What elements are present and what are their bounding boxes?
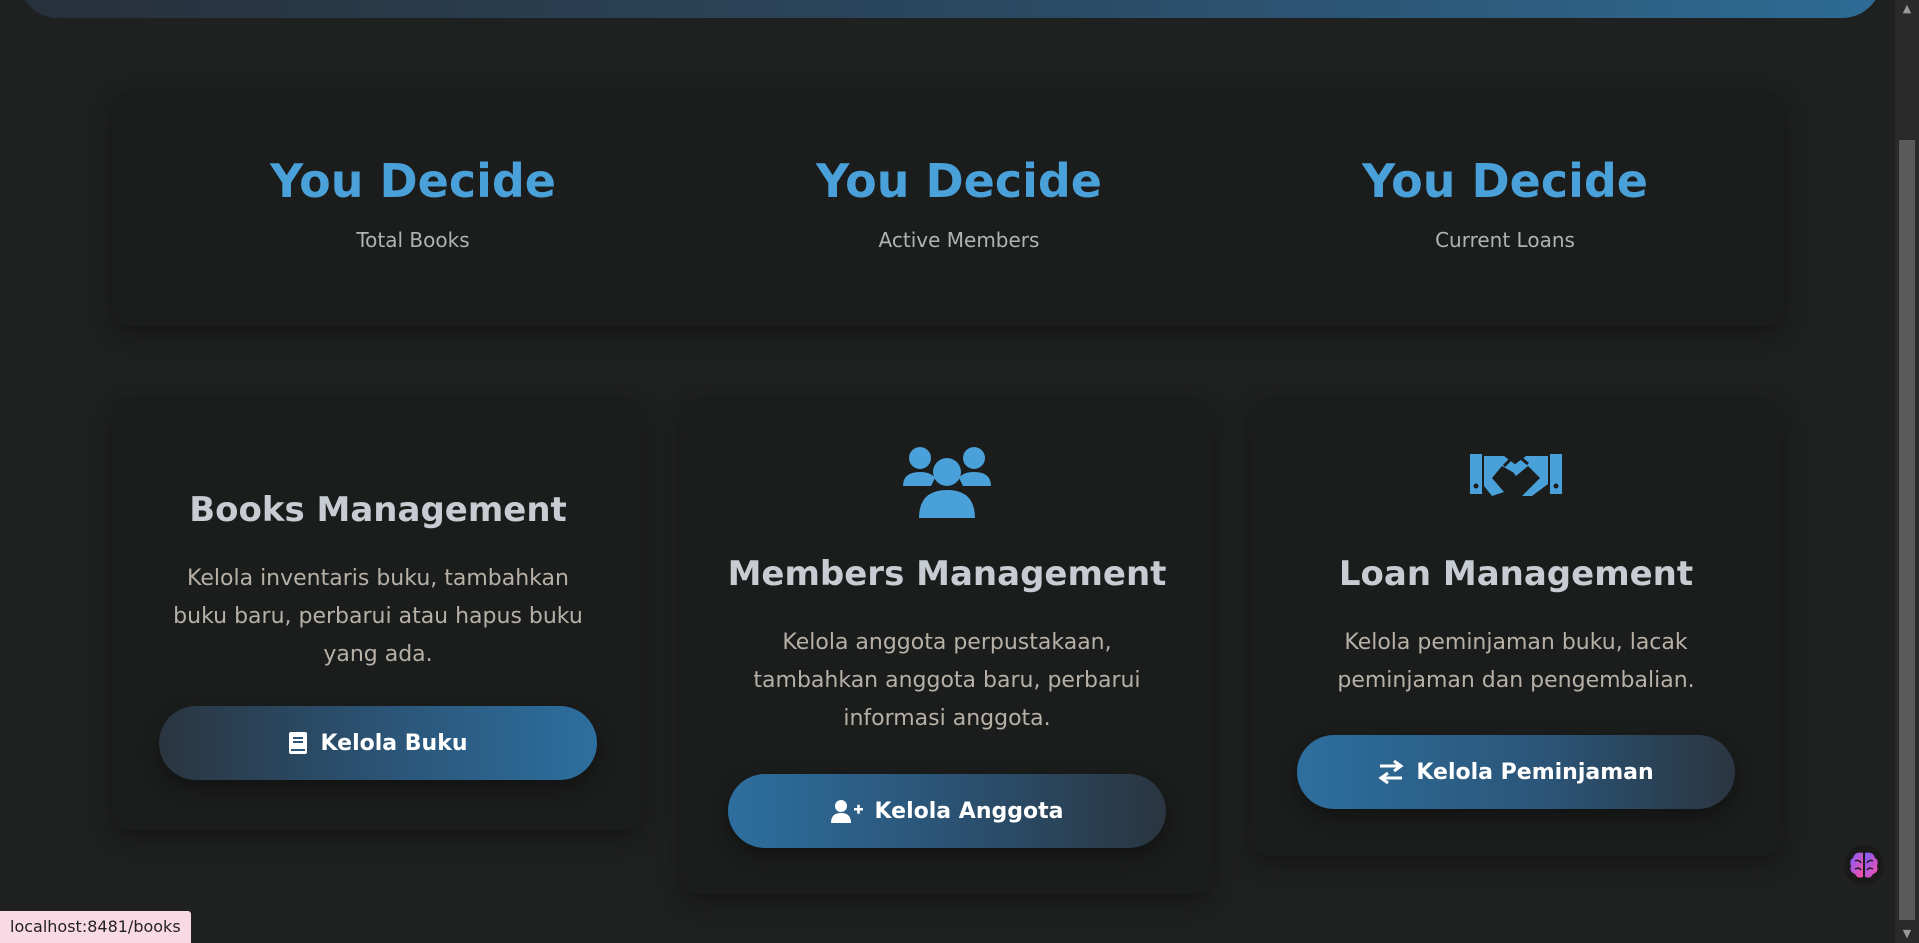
books-management-card: Books Management Kelola inventaris buku,…: [112, 398, 644, 830]
scrollbar-thumb[interactable]: [1899, 140, 1915, 920]
user-plus-icon: [830, 799, 863, 823]
scroll-up-arrow-icon[interactable]: ▲: [1895, 0, 1919, 18]
kelola-anggota-button[interactable]: Kelola Anggota: [728, 774, 1166, 848]
card-description: Kelola peminjaman buku, lacak peminjaman…: [1337, 630, 1695, 693]
vertical-scrollbar[interactable]: ▲ ▼: [1895, 0, 1919, 943]
button-label: Kelola Peminjaman: [1416, 759, 1654, 785]
stat-value: You Decide: [1362, 154, 1648, 208]
brain-extension-icon[interactable]: [1844, 845, 1884, 885]
card-title: Loan Management: [1338, 554, 1694, 594]
stat-current-loans: You Decide Current Loans: [1305, 154, 1705, 252]
kelola-buku-button[interactable]: Kelola Buku: [159, 706, 597, 780]
card-description: Kelola anggota perpustakaan, tambahkan a…: [753, 630, 1141, 731]
button-label: Kelola Buku: [320, 730, 468, 756]
members-management-card: Members Management Kelola anggota perpus…: [681, 398, 1213, 894]
scroll-down-arrow-icon[interactable]: ▼: [1895, 925, 1919, 943]
stat-active-members: You Decide Active Members: [759, 154, 1159, 252]
stats-panel: You Decide Total Books You Decide Active…: [112, 90, 1784, 326]
status-bar-url: localhost:8481/books: [0, 911, 191, 943]
header-banner: [18, 0, 1882, 18]
stat-label: Total Books: [356, 228, 470, 252]
exchange-arrows-icon: [1378, 760, 1404, 784]
loan-management-card: Loan Management Kelola peminjaman buku, …: [1250, 398, 1782, 856]
card-title: Books Management: [189, 490, 567, 530]
handshake-icon: [1250, 446, 1782, 502]
button-label: Kelola Anggota: [874, 798, 1064, 824]
card-description: Kelola inventaris buku, tambahkan buku b…: [173, 566, 583, 667]
stat-total-books: You Decide Total Books: [213, 154, 613, 252]
card-title: Members Management: [727, 554, 1167, 594]
stat-label: Active Members: [878, 228, 1040, 252]
book-icon: [288, 731, 308, 755]
stat-value: You Decide: [270, 154, 556, 208]
stat-value: You Decide: [816, 154, 1102, 208]
kelola-peminjaman-button[interactable]: Kelola Peminjaman: [1297, 735, 1735, 809]
users-icon: [681, 442, 1213, 518]
stat-label: Current Loans: [1435, 228, 1575, 252]
